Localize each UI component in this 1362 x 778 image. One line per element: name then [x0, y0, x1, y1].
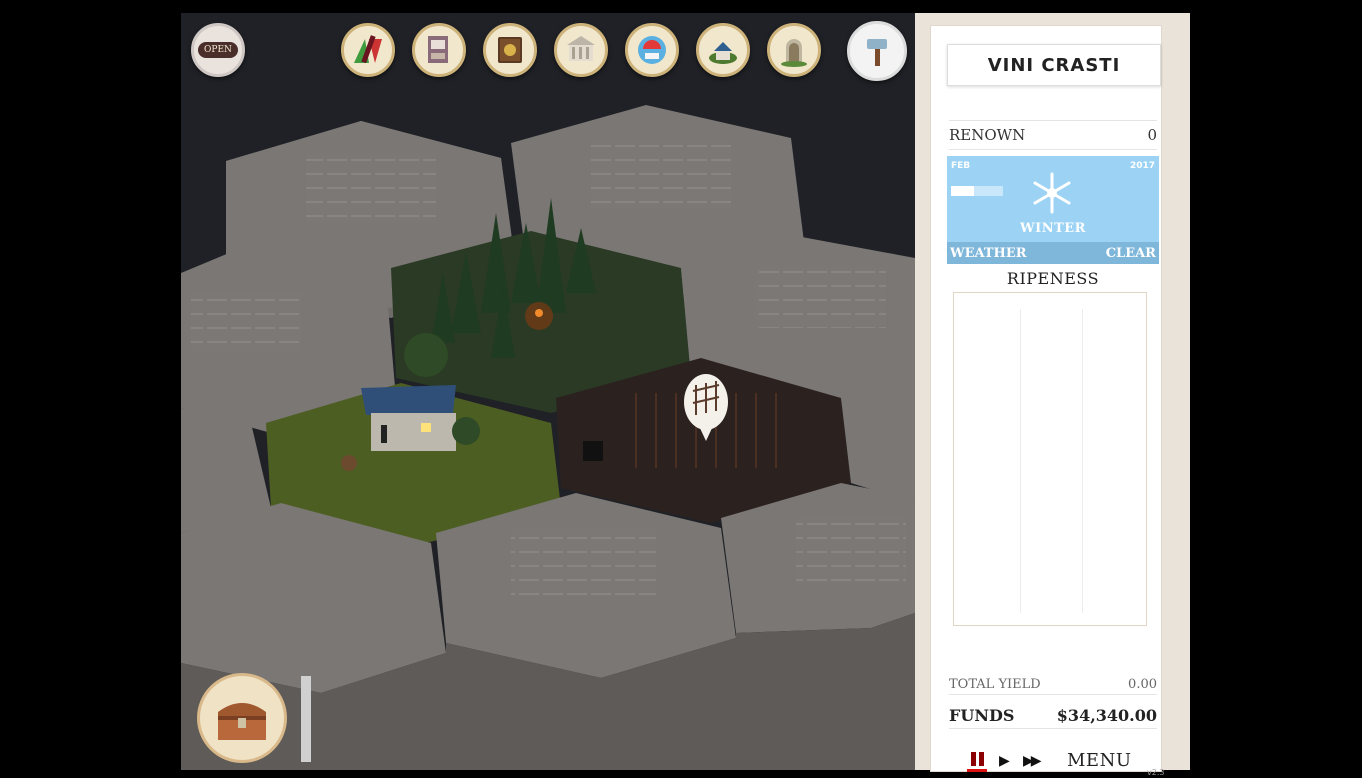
ripeness-column-divider	[1020, 309, 1021, 613]
house-button[interactable]	[696, 23, 750, 77]
label-button[interactable]	[412, 23, 466, 77]
pause-button[interactable]	[967, 752, 987, 772]
total-yield-value: 0.00	[1128, 676, 1157, 692]
version-label: v2.3	[1147, 768, 1165, 777]
info-card: VINI CRASTI RENOWN 0 FEB 2017 WINTER WEA…	[930, 25, 1164, 777]
hex-tile-snow[interactable]	[721, 483, 915, 770]
hammer-icon	[867, 39, 887, 66]
inventory-chest-button[interactable]	[197, 673, 287, 763]
ripeness-column-divider	[1082, 309, 1083, 613]
weather-label: WEATHER	[950, 245, 1027, 261]
menu-button[interactable]: MENU	[1067, 750, 1132, 771]
weather-button[interactable]	[625, 23, 679, 77]
season-name: WINTER	[1020, 221, 1086, 236]
zoom-slider-track[interactable]	[301, 676, 311, 762]
book-button[interactable]	[483, 23, 537, 77]
month-label: FEB	[951, 161, 971, 171]
wine-button[interactable]	[341, 23, 395, 77]
pause-icon	[967, 752, 987, 766]
fast-forward-button[interactable]: ▶▶	[1023, 753, 1041, 769]
total-yield-label: TOTAL YIELD	[949, 676, 1041, 692]
weather-value: CLEAR	[1105, 245, 1156, 261]
open-sign-icon: OPEN	[198, 42, 238, 58]
snowflake-icon	[1033, 172, 1071, 214]
wine-bottle-icon	[354, 35, 382, 64]
renown-row: RENOWN 0	[949, 120, 1157, 150]
fast-forward-icon: ▶▶	[1023, 753, 1041, 769]
season-card: FEB 2017 WINTER WEATHER CLEAR	[947, 156, 1159, 264]
time-controls: ▶ ▶▶ MENU v2.3	[949, 748, 1164, 778]
funds-row: FUNDS $34,340.00	[949, 702, 1157, 729]
renown-label: RENOWN	[949, 126, 1026, 144]
cellar-button[interactable]	[767, 23, 821, 77]
month-progress-bar	[951, 186, 1003, 196]
play-button[interactable]: ▶	[999, 753, 1010, 769]
renown-value: 0	[1147, 126, 1157, 144]
treasure-chest-icon	[218, 703, 266, 740]
ripeness-chart	[953, 292, 1147, 626]
recipe-book-icon	[498, 37, 522, 63]
info-panel: VINI CRASTI RENOWN 0 FEB 2017 WINTER WEA…	[915, 13, 1190, 777]
bank-button[interactable]	[554, 23, 608, 77]
open-sign-button[interactable]: OPEN	[191, 23, 245, 77]
hex-tile-snow[interactable]	[436, 493, 736, 770]
hex-map[interactable]	[181, 13, 915, 770]
total-yield-row: TOTAL YIELD 0.00	[949, 674, 1157, 695]
weather-icon	[638, 36, 666, 64]
weather-row: WEATHER CLEAR	[947, 242, 1159, 264]
build-button[interactable]	[847, 21, 907, 81]
year-label: 2017	[1129, 161, 1155, 171]
cellar-door-icon	[781, 39, 807, 67]
game-viewport[interactable]: OPEN	[181, 13, 915, 770]
funds-value: $34,340.00	[1056, 705, 1157, 725]
wine-label-icon	[428, 36, 448, 63]
funds-label: FUNDS	[949, 705, 1015, 725]
ripeness-title: RIPENESS	[1006, 269, 1100, 288]
play-icon: ▶	[999, 753, 1010, 769]
winery-name: VINI CRASTI	[947, 44, 1161, 86]
bank-icon	[567, 36, 595, 61]
house-icon	[709, 42, 737, 64]
